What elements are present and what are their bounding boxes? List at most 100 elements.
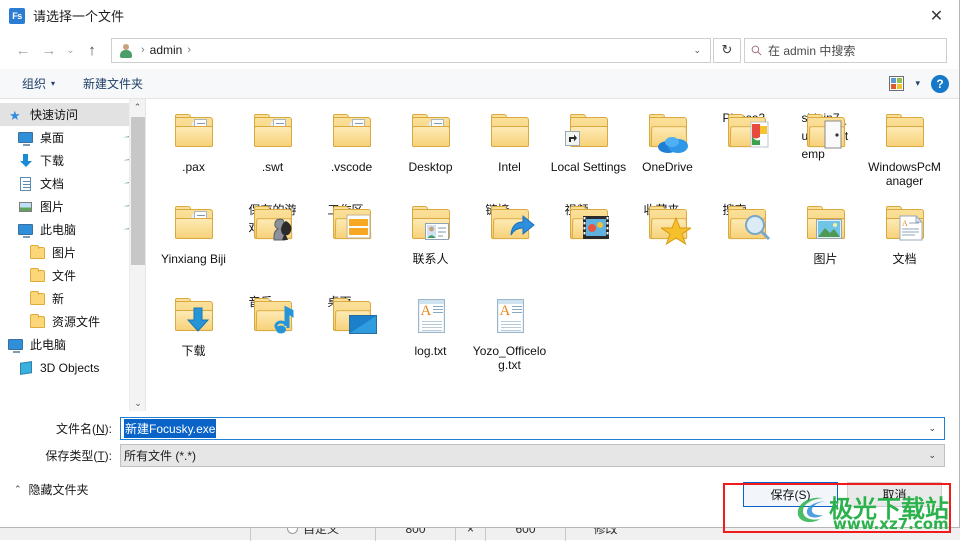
scroll-up-icon[interactable]: ⌃ [130,99,145,115]
sidebar-item-0[interactable]: ★ 快速访问 [0,103,145,126]
sidebar-item-8[interactable]: 新 [0,287,145,310]
cancel-button[interactable]: 取消 [847,482,942,507]
file-name-label: Local Settings [550,160,627,174]
file-item[interactable]: OneDrive [629,107,706,199]
refresh-icon[interactable]: ↻ [713,37,741,63]
file-item[interactable]: Yinxiang Biji [155,199,232,291]
folder-docs-icon [249,109,297,157]
file-item[interactable]: Alog.txt [392,291,469,383]
file-item[interactable]: 联系人 [392,199,469,291]
view-dropdown-icon[interactable]: ▾ [915,78,920,89]
sidebar-item-label: 图片 [52,246,77,260]
file-item[interactable]: Desktop [392,107,469,199]
file-name-label: OneDrive [642,160,693,174]
file-item[interactable]: 工作区 [313,199,390,291]
change-view-icon[interactable] [889,76,905,91]
file-item[interactable]: 保存的游戏 [234,199,311,291]
sidebar-item-9[interactable]: 资源文件 [0,310,145,333]
sidebar-item-4[interactable]: 图片📌 [0,195,145,218]
window-title: 请选择一个文件 [33,9,125,24]
sidebar-item-6[interactable]: 图片 [0,241,145,264]
file-item[interactable]: Local Settings [550,107,627,199]
file-list-pane[interactable]: .pax .swt .vscode Desktop Intel Local Setting… [146,99,959,411]
file-name-label: 图片 [813,252,838,266]
folder-games-icon: 保存的游戏 [249,201,297,249]
folder-pictures-icon [802,201,850,249]
up-one-level-icon[interactable]: ↑ [79,37,105,63]
file-item[interactable]: 链接 [471,199,548,291]
file-item[interactable]: A 文档 [866,199,943,291]
file-item[interactable]: A Yozo_Officelog.txt [471,291,548,383]
new-folder-button[interactable]: 新建文件夹 [83,75,143,92]
file-name-label: .pax [182,160,205,174]
address-bar[interactable]: › admin › ⌄ [111,37,711,63]
back-icon[interactable]: ← [10,37,36,63]
forward-icon[interactable]: → [36,37,62,63]
sidebar-item-1[interactable]: 桌面📌 [0,126,145,149]
file-item[interactable]: 下载 [155,291,232,383]
sidebar-scrollbar[interactable]: ⌃ ⌄ [129,99,145,411]
search-icon [751,45,762,55]
navigation-pane: ★快速访问桌面📌下载📌文档📌图片📌此电脑📌图片文件新资源文件此电脑3D Obje… [0,99,146,411]
hide-folders-toggle[interactable]: ⌃ 隐藏文件夹 [14,481,89,498]
filetype-dropdown-icon[interactable]: ⌄ [922,450,942,461]
sidebar-item-10[interactable]: 此电脑 [0,333,145,356]
folder-door-icon: shipin7_update_temp [802,109,850,161]
file-item[interactable]: 收藏夹 [629,199,706,291]
organize-button[interactable]: 组织 ▾ [22,75,55,92]
filetype-select[interactable]: 所有文件 (*.*) ⌄ [120,444,945,467]
cancel-button-label: 取消 [882,488,907,502]
filename-row: 文件名(N): 新建Focusky.exe ⌄ [14,417,945,440]
sidebar-item-label: 桌面 [40,131,65,145]
help-icon[interactable]: ? [931,74,949,93]
file-item[interactable]: .swt [234,107,311,199]
file-item[interactable]: WindowsPcManager [866,107,943,199]
navigation-list: ★快速访问桌面📌下载📌文档📌图片📌此电脑📌图片文件新资源文件此电脑3D Obje… [0,103,145,379]
sidebar-item-label: 文档 [40,177,65,191]
save-button[interactable]: 保存(S) [743,482,838,507]
close-icon[interactable]: ✕ [914,0,959,31]
folder-links-icon: 链接 [486,201,535,249]
file-item[interactable]: Intel [471,107,548,199]
sidebar-item-label: 文件 [52,269,77,283]
filename-input[interactable]: 新建Focusky.exe ⌄ [120,417,945,440]
folder-docs-icon [328,109,376,157]
sidebar-item-3[interactable]: 文档📌 [0,172,145,195]
sidebar-item-label: 此电脑 [40,223,77,237]
address-dropdown-icon[interactable]: ⌄ [688,45,706,56]
title-bar: Fs 请选择一个文件 ✕ [0,0,959,31]
save-form: 文件名(N): 新建Focusky.exe ⌄ 保存类型(T): 所有文件 (*… [0,411,959,471]
filetype-label: 保存类型(T): [45,449,112,463]
folder-icon [486,109,534,157]
filename-label: 文件名(N): [55,422,112,436]
search-input[interactable]: 在 admin 中搜索 [744,37,947,63]
file-item[interactable]: 音乐 [234,291,311,383]
folder-icon [30,244,46,261]
sidebar-item-11[interactable]: 3D Objects [0,356,145,379]
breadcrumb-separator: › [141,44,145,56]
filetype-value: 所有文件 (*.*) [124,449,197,463]
file-item[interactable]: .pax [155,107,232,199]
breadcrumb-admin[interactable]: admin [150,43,183,57]
file-item[interactable]: 桌面 [313,291,390,383]
folder-docs-icon [170,201,218,249]
file-item[interactable]: shipin7_update_temp [787,107,864,199]
file-item[interactable]: Picasa3 [708,107,785,199]
sidebar-item-5[interactable]: 此电脑📌 [0,218,145,241]
breadcrumb-separator-2[interactable]: › [187,44,191,56]
sidebar-item-7[interactable]: 文件 [0,264,145,287]
file-name-label: 下载 [181,344,206,358]
file-item[interactable]: 搜索 [708,199,785,291]
scroll-down-icon[interactable]: ⌄ [130,395,145,411]
command-bar: 组织 ▾ 新建文件夹 ▾ ? [0,69,959,99]
recent-locations-icon[interactable]: ⌄ [62,37,79,63]
file-item[interactable]: 视频 [550,199,627,291]
file-item[interactable]: 图片 [787,199,864,291]
scrollbar-thumb[interactable] [131,117,145,265]
file-name-label: Intel [498,160,521,174]
sidebar-item-2[interactable]: 下载📌 [0,149,145,172]
file-item[interactable]: .vscode [313,107,390,199]
filename-dropdown-icon[interactable]: ⌄ [922,423,942,434]
filename-value: 新建Focusky.exe [124,419,217,438]
dialog-body: ★快速访问桌面📌下载📌文档📌图片📌此电脑📌图片文件新资源文件此电脑3D Obje… [0,99,959,411]
